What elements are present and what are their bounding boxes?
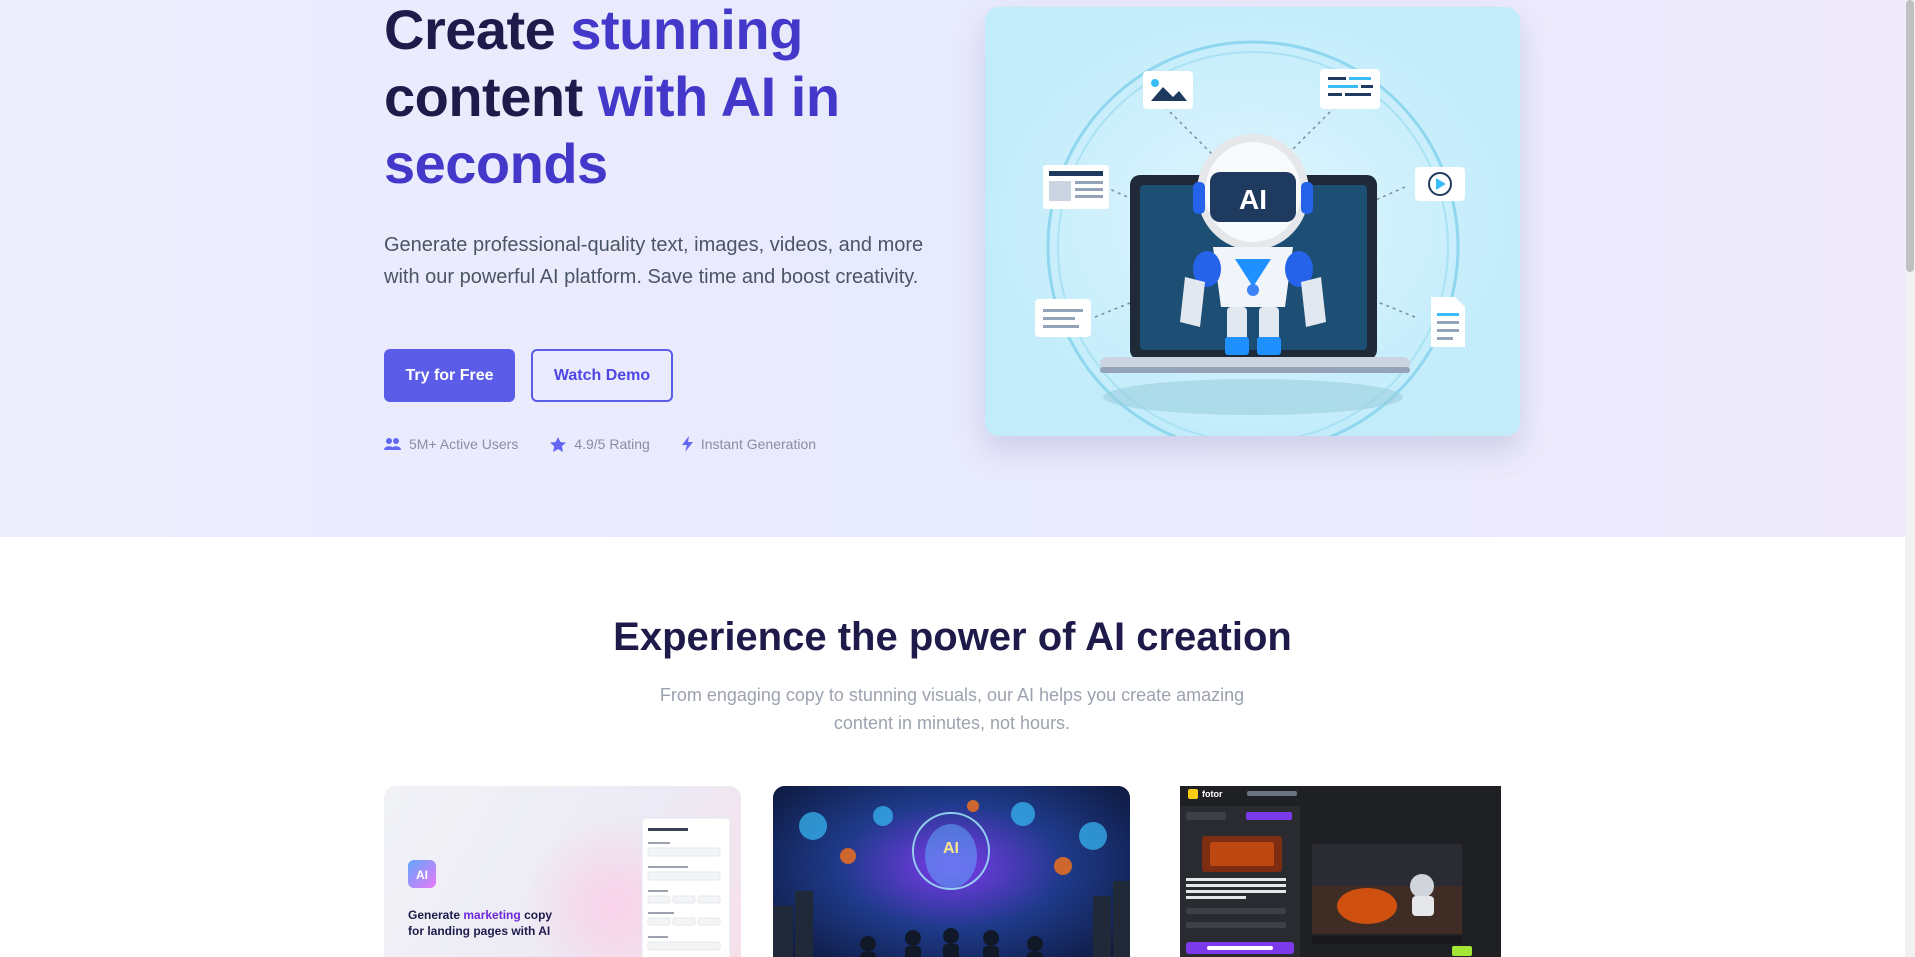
hero-title: Create stunning content with AI in secon… <box>384 0 944 197</box>
chat-card-icon <box>1035 299 1091 337</box>
stat-active-users: 5M+ Active Users <box>384 436 518 452</box>
watch-demo-button[interactable]: Watch Demo <box>531 349 673 402</box>
document-card-icon <box>1043 165 1109 209</box>
try-for-free-button[interactable]: Try for Free <box>384 349 515 402</box>
features-subtitle: From engaging copy to stunning visuals, … <box>659 685 1245 733</box>
features-title: Experience the power of AI creation <box>613 615 1292 659</box>
hero-title-word: Create <box>384 0 556 61</box>
stat-instant-generation: Instant Generation <box>681 436 817 452</box>
hero-cta-row: Try for Free Watch Demo <box>384 349 673 402</box>
hero-stats: 5M+ Active Users 4.9/5 Rating Instant Ge… <box>384 436 816 452</box>
hero-title-word: content <box>384 65 583 128</box>
hero-title-accent: stunning <box>570 0 803 61</box>
star-icon <box>550 436 567 452</box>
ai-video-generation-preview: fotor <box>1162 786 1519 957</box>
card-caption-line2: for landing pages with AI <box>408 924 550 938</box>
feature-cards: AI Generate marketing copy for landing p… <box>384 786 1519 957</box>
bolt-icon <box>681 436 693 452</box>
stat-rating: 4.9/5 Rating <box>550 436 650 452</box>
text-generation-preview: AI Generate marketing copy for landing p… <box>408 816 731 957</box>
card-caption: Generate <box>408 908 463 922</box>
fotor-brand-text: fotor <box>1202 789 1223 799</box>
stat-label: Instant Generation <box>700 436 817 452</box>
hero-title-accent: with AI in <box>597 65 840 128</box>
card-caption-highlight: marketing <box>463 908 520 922</box>
stat-label: 5M+ Active Users <box>409 436 519 452</box>
users-icon <box>384 438 401 450</box>
card-ai-badge: AI <box>416 868 428 882</box>
stat-label: 4.9/5 Rating <box>574 436 650 452</box>
feature-card-image[interactable]: AI <box>773 786 1130 957</box>
feature-card-video[interactable]: fotor <box>1162 786 1519 957</box>
ai-image-generation-preview: AI <box>773 786 1130 957</box>
hero-title-accent: seconds <box>384 132 608 195</box>
hero-text-block: Create stunning content with AI in secon… <box>384 0 944 452</box>
hero-illustration: AI <box>985 7 1520 436</box>
code-card-icon <box>1320 69 1380 109</box>
page-scrollbar[interactable] <box>1905 0 1915 957</box>
scrollbar-thumb[interactable] <box>1906 0 1914 272</box>
hero-subtitle: Generate professional-quality text, imag… <box>384 234 924 288</box>
hero-section: Create stunning content with AI in secon… <box>0 0 1905 537</box>
image-card-icon <box>1143 71 1193 109</box>
feature-card-text[interactable]: AI Generate marketing copy for landing p… <box>384 786 741 957</box>
image-ai-text: AI <box>943 840 959 857</box>
file-card-icon <box>1431 297 1465 347</box>
video-card-icon <box>1415 167 1465 201</box>
ai-robot-laptop-illustration: AI <box>985 7 1520 436</box>
svg-text:Generate marketing copy: Generate marketing copy <box>408 908 552 922</box>
robot-ai-text: AI <box>1239 184 1267 215</box>
